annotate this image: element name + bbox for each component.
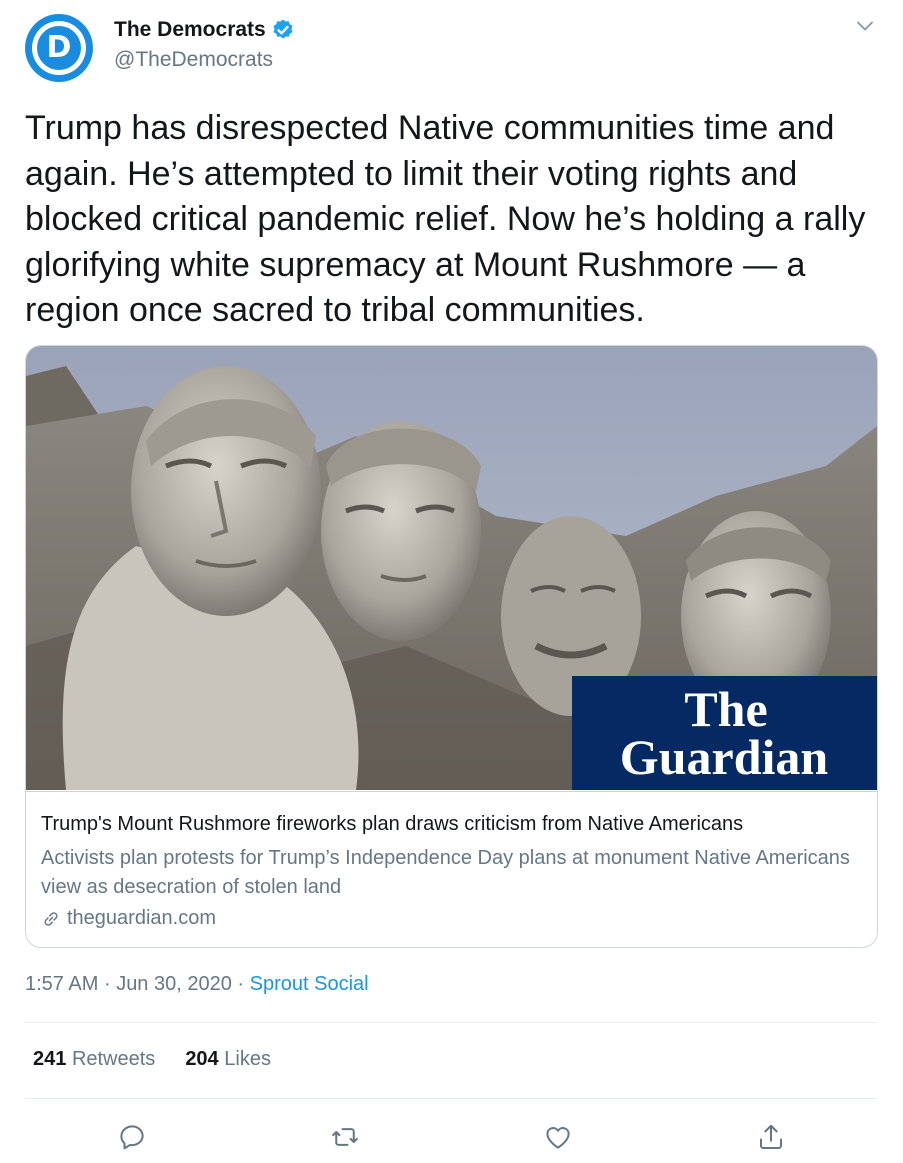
link-card[interactable]: The Guardian Trump's Mount Rushmore fire… [25, 345, 878, 948]
card-title[interactable]: Trump's Mount Rushmore fireworks plan dr… [41, 813, 743, 836]
tweet-date[interactable]: Jun 30, 2020 [116, 973, 232, 995]
guardian-logo-line2: Guardian [620, 729, 829, 785]
tweet-header: D The Democrats @TheDemocrats [25, 14, 883, 82]
likes-label: Likes [224, 1048, 271, 1070]
like-button[interactable] [536, 1115, 580, 1159]
card-image-mount-rushmore: The Guardian [26, 346, 877, 790]
avatar[interactable]: D [25, 14, 93, 82]
retweets-stat[interactable]: 241 Retweets [33, 1048, 155, 1071]
tweet-text: Trump has disrespected Native communitie… [25, 109, 866, 329]
link-icon [44, 911, 58, 926]
action-bar [25, 1115, 877, 1159]
share-button[interactable] [749, 1115, 793, 1159]
divider [25, 1098, 877, 1099]
meta-separator: · [103, 973, 111, 995]
card-description: Activists plan protests for Trump’s Inde… [41, 847, 850, 898]
retweets-label: Retweets [71, 1048, 156, 1070]
tweet-source-link[interactable]: Sprout Social [250, 973, 369, 995]
meta-separator: · [237, 973, 245, 995]
chevron-down-icon[interactable] [855, 16, 875, 36]
verified-badge-icon [273, 19, 293, 39]
engagement-stats: 241 Retweets 204 Likes [33, 1048, 301, 1071]
display-name[interactable]: The Democrats [114, 18, 266, 42]
heart-icon [546, 1127, 570, 1149]
retweet-icon [332, 1128, 358, 1146]
retweet-button[interactable] [323, 1115, 367, 1159]
card-domain-text: theguardian.com [67, 907, 216, 929]
tweet-time[interactable]: 1:57 AM [25, 973, 98, 995]
user-handle[interactable]: @TheDemocrats [114, 48, 273, 72]
likes-stat[interactable]: 204 Likes [185, 1048, 271, 1071]
avatar-logo: D [37, 26, 81, 70]
card-domain[interactable]: theguardian.com [41, 907, 216, 930]
tweet-metadata: 1:57 AM · Jun 30, 2020 · Sprout Social [25, 973, 369, 996]
card-body: Trump's Mount Rushmore fireworks plan dr… [26, 791, 877, 947]
reply-icon [120, 1125, 144, 1150]
share-icon [760, 1124, 782, 1149]
divider [25, 1022, 877, 1023]
likes-count: 204 [185, 1048, 219, 1070]
reply-button[interactable] [110, 1115, 154, 1159]
retweets-count: 241 [33, 1048, 67, 1070]
